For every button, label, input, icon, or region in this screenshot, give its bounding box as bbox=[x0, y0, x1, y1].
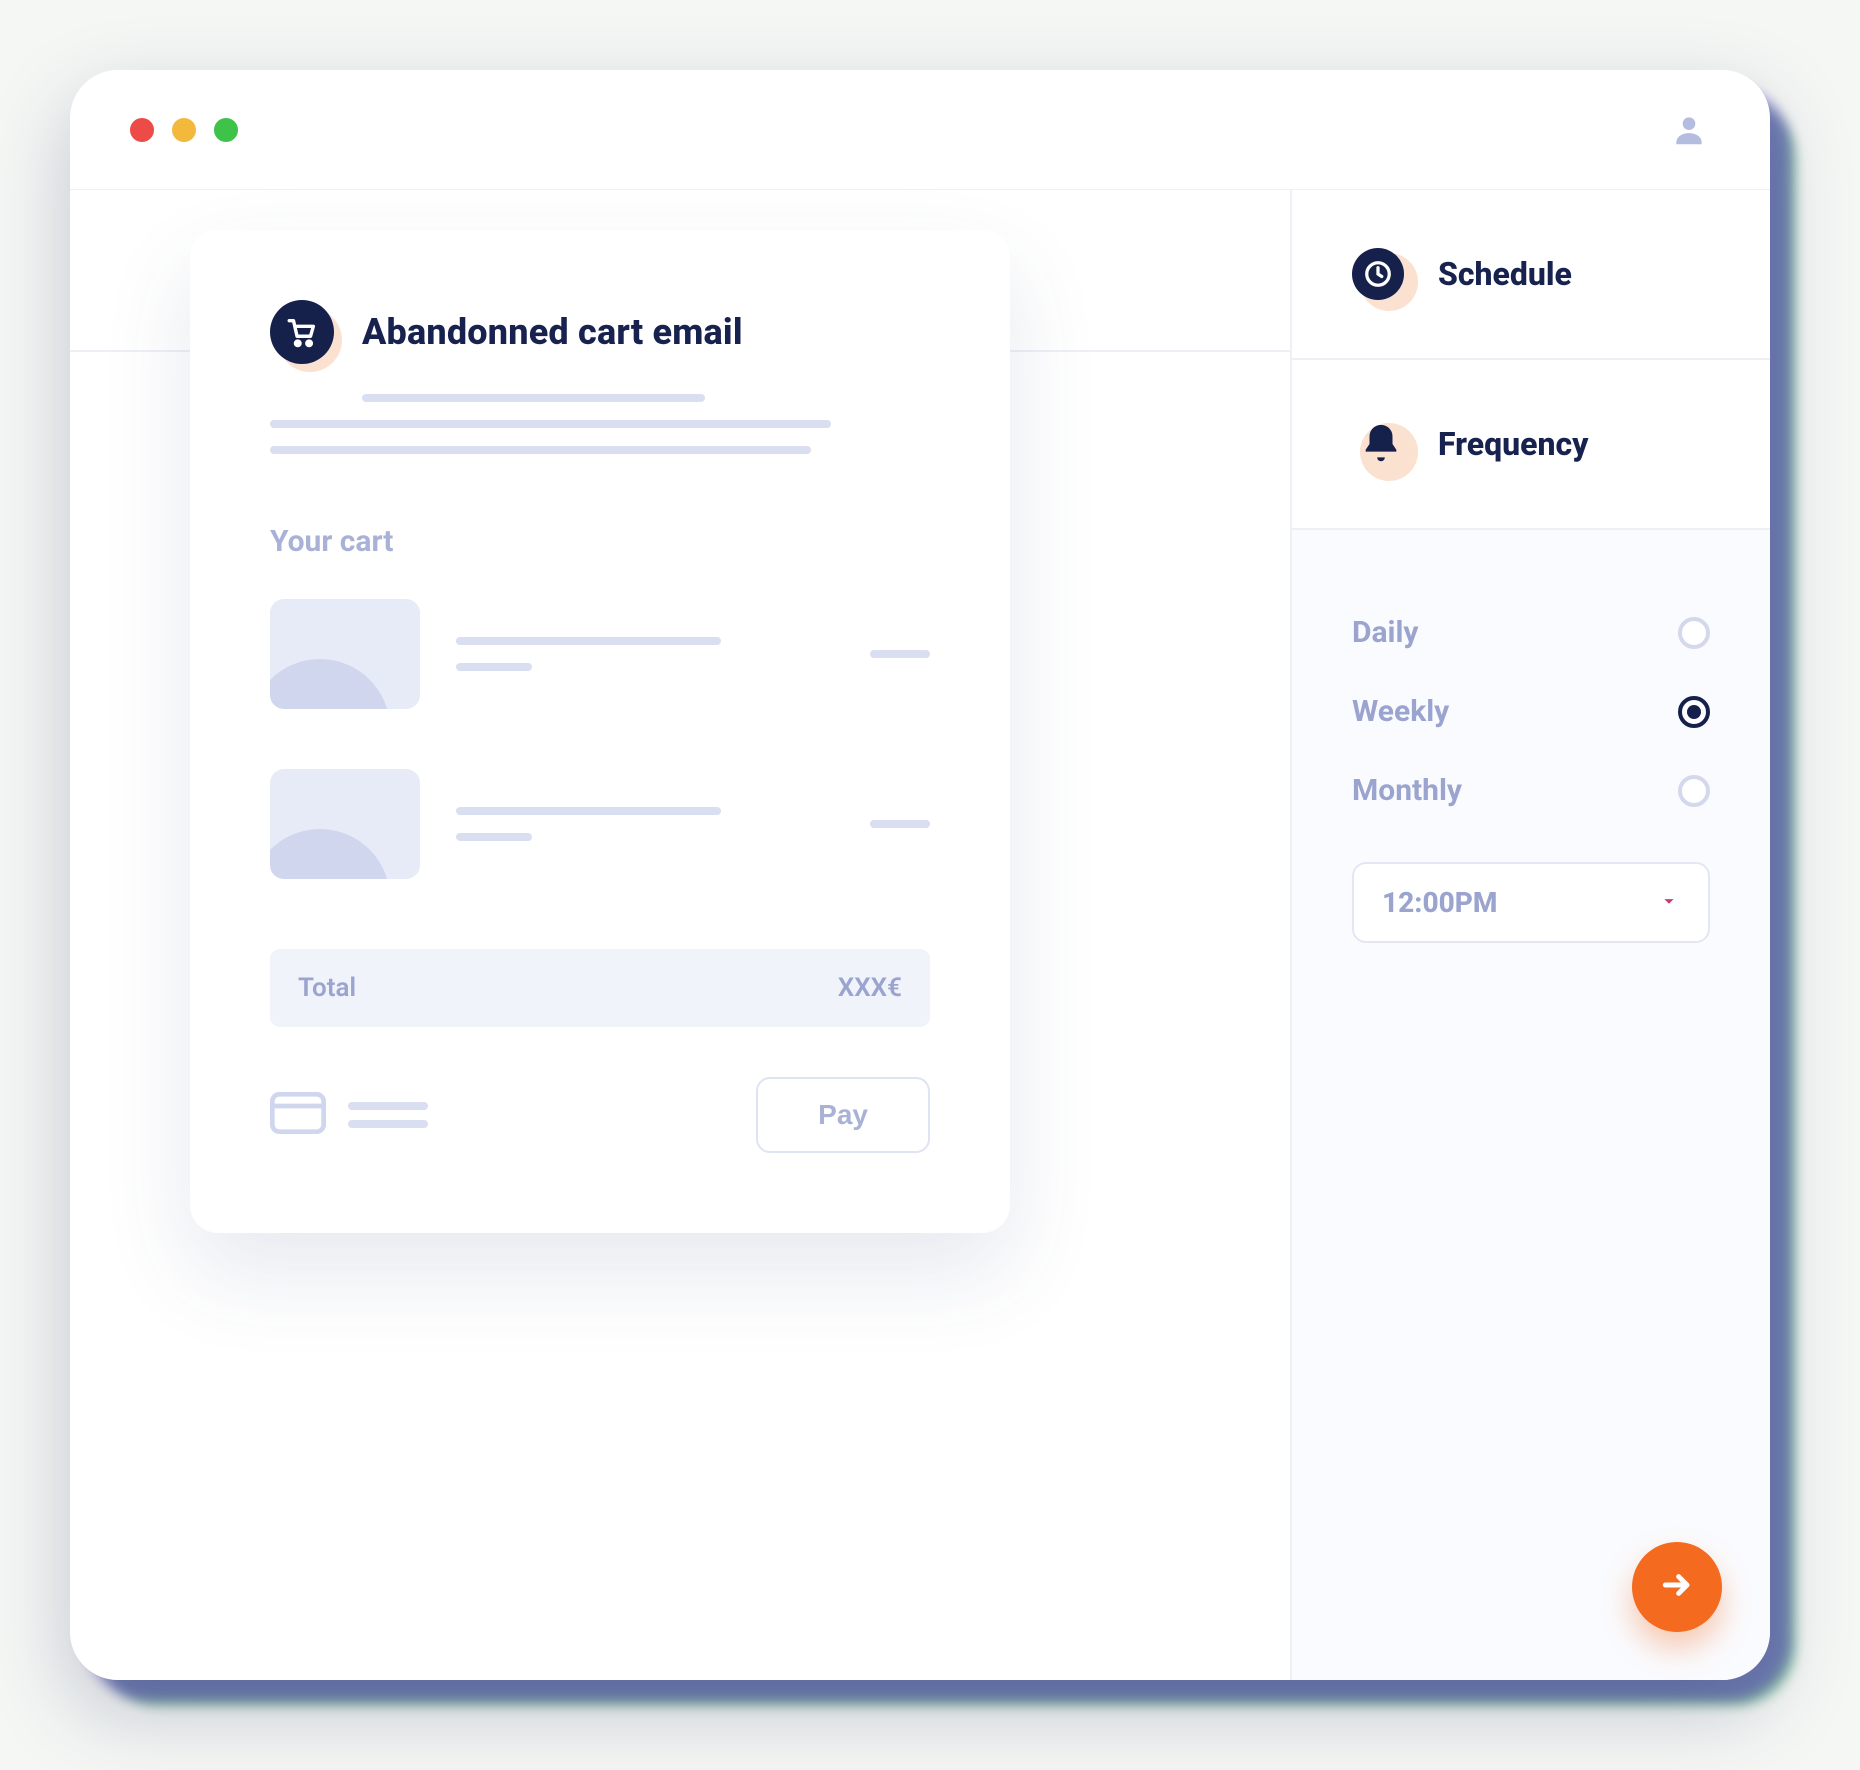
app-window: Abandonned cart email Your cart bbox=[70, 70, 1770, 1680]
window-controls bbox=[130, 118, 238, 142]
maximize-icon[interactable] bbox=[214, 118, 238, 142]
minimize-icon[interactable] bbox=[172, 118, 196, 142]
email-preview-pane: Abandonned cart email Your cart bbox=[70, 190, 1290, 1680]
frequency-label: Frequency bbox=[1438, 425, 1588, 463]
email-card: Abandonned cart email Your cart bbox=[190, 230, 1010, 1233]
list-item bbox=[270, 599, 930, 709]
radio-checked-icon[interactable] bbox=[1678, 696, 1710, 728]
frequency-option-monthly[interactable]: Monthly bbox=[1352, 773, 1710, 808]
placeholder-line bbox=[270, 446, 811, 454]
credit-card-icon bbox=[270, 1092, 326, 1138]
chevron-down-icon bbox=[1658, 886, 1680, 919]
image-placeholder bbox=[270, 599, 420, 709]
frequency-options: Daily Weekly Monthly 12:00P bbox=[1292, 530, 1770, 1680]
settings-panel: Schedule bbox=[1290, 190, 1770, 1680]
clock-icon bbox=[1352, 248, 1404, 300]
price-placeholder bbox=[870, 820, 930, 828]
time-value: 12:00PM bbox=[1382, 886, 1497, 919]
email-title: Abandonned cart email bbox=[362, 311, 743, 353]
schedule-label: Schedule bbox=[1438, 255, 1572, 293]
cart-list bbox=[270, 599, 930, 879]
price-placeholder bbox=[870, 650, 930, 658]
radio-unchecked-icon[interactable] bbox=[1678, 617, 1710, 649]
total-label: Total bbox=[298, 973, 356, 1003]
placeholder-line bbox=[362, 394, 705, 402]
frequency-option-weekly[interactable]: Weekly bbox=[1352, 694, 1710, 729]
bell-icon bbox=[1352, 415, 1410, 473]
arrow-right-icon bbox=[1657, 1565, 1697, 1609]
total-row: Total XXX€ bbox=[270, 949, 930, 1027]
payment-method bbox=[270, 1092, 428, 1138]
pay-button[interactable]: Pay bbox=[756, 1077, 930, 1153]
placeholder-line bbox=[270, 420, 831, 428]
next-button[interactable] bbox=[1632, 1542, 1722, 1632]
cart-icon bbox=[270, 300, 334, 364]
total-value: XXX€ bbox=[838, 973, 902, 1003]
radio-unchecked-icon[interactable] bbox=[1678, 775, 1710, 807]
close-icon[interactable] bbox=[130, 118, 154, 142]
your-cart-label: Your cart bbox=[270, 524, 930, 559]
frequency-heading[interactable]: Frequency bbox=[1352, 415, 1710, 473]
titlebar bbox=[70, 70, 1770, 190]
frequency-option-daily[interactable]: Daily bbox=[1352, 615, 1710, 650]
image-placeholder bbox=[270, 769, 420, 879]
schedule-heading[interactable]: Schedule bbox=[1352, 245, 1710, 303]
user-icon[interactable] bbox=[1668, 109, 1710, 151]
time-select[interactable]: 12:00PM bbox=[1352, 862, 1710, 943]
list-item bbox=[270, 769, 930, 879]
